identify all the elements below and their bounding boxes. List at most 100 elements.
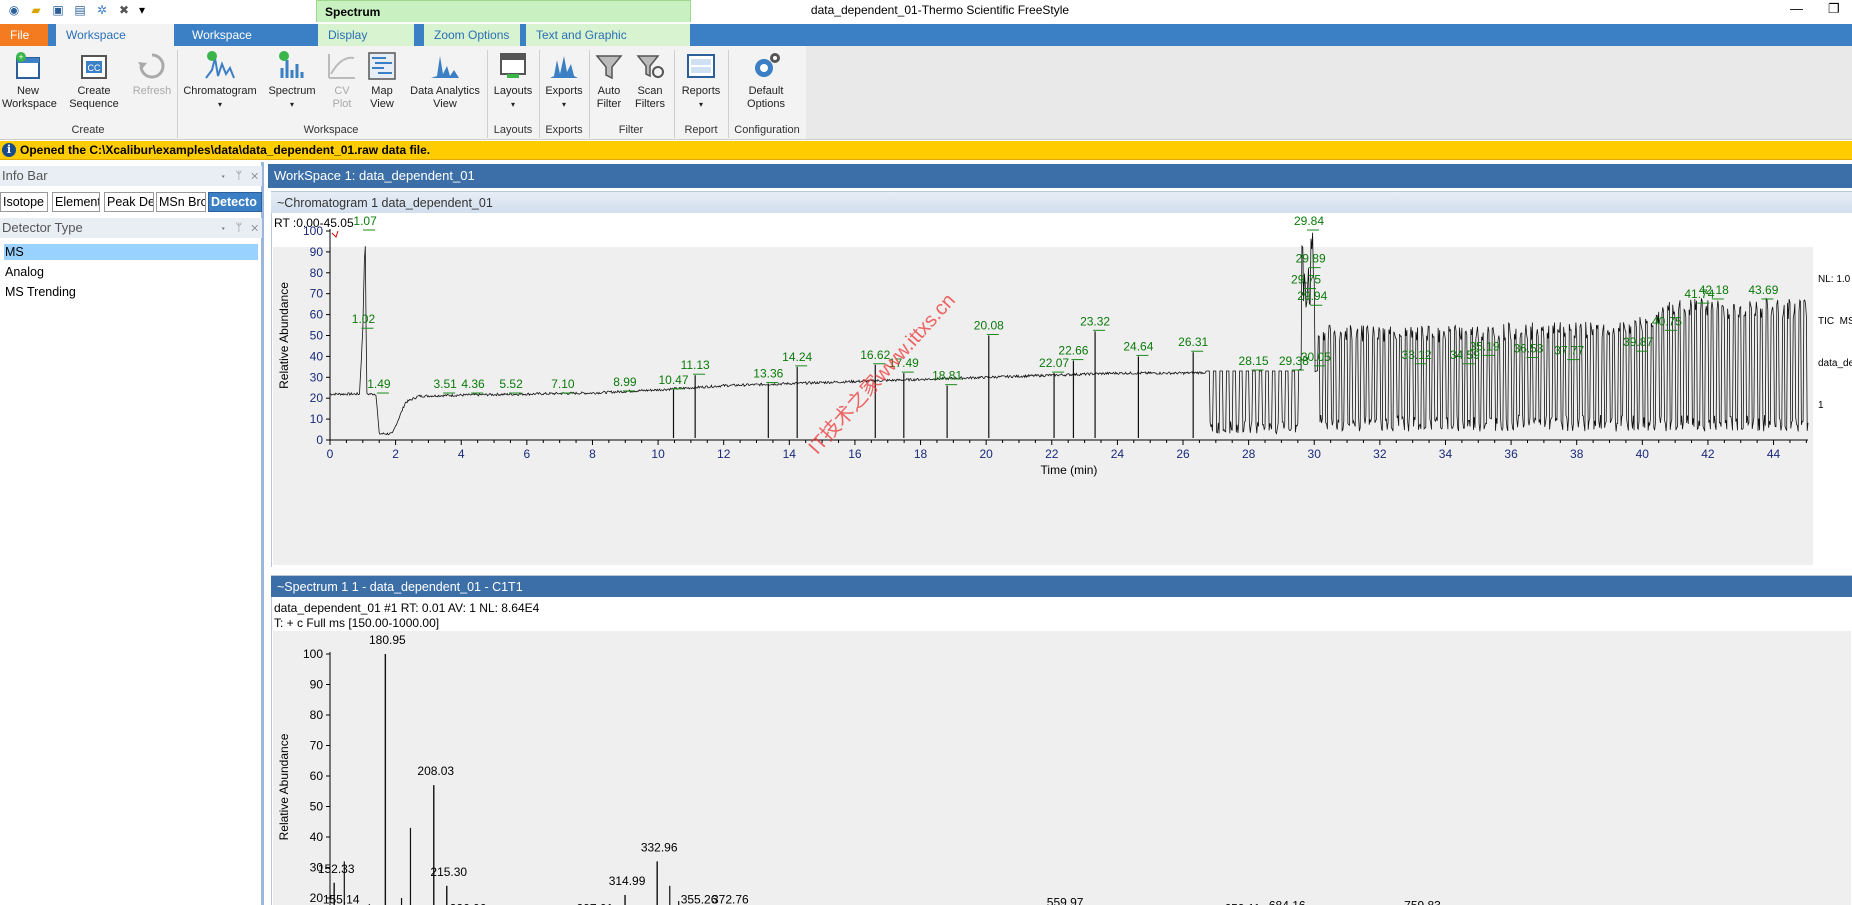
tab-msn-browser[interactable]: MSn Bro [156, 192, 206, 212]
spectrum-peak-label: 297.01 [577, 901, 614, 905]
close-icon[interactable]: ✕ [251, 222, 258, 234]
export-icon[interactable]: ▤ [72, 2, 88, 18]
detector-item-ms-trending[interactable]: MS Trending [4, 284, 258, 300]
peak-label: 1.49 [367, 377, 391, 391]
pane-dropdown-icon[interactable]: ▾ [220, 170, 227, 182]
tab-workspace-processing[interactable]: Workspace Processing [182, 24, 306, 64]
spectrum-dropdown-icon: ▾ [289, 100, 294, 109]
chromatogram-chart[interactable]: 01020304050607080901000 2 4 6 8 10 12 14 16 18 20 2… [272, 213, 1852, 567]
x-tick-label: 18 [914, 447, 928, 461]
tab-peak-detection[interactable]: Peak De [104, 192, 154, 212]
create-sequence-button[interactable]: CC Create Sequence [66, 50, 122, 111]
info-bar-header: Info Bar ▾ ᛘ ✕ [0, 166, 262, 186]
layouts-button[interactable]: Layouts ▾ [490, 50, 536, 111]
refresh-button[interactable]: Refresh [130, 50, 174, 98]
tab-zoom-options[interactable]: Zoom Options [424, 24, 520, 46]
tab-element[interactable]: Element [52, 192, 100, 212]
y-tick-label: 40 [310, 830, 324, 844]
peak-label: 35.19 [1469, 339, 1499, 353]
x-tick-label: 10 [651, 447, 665, 461]
spectrum-peak-label: 314.99 [609, 874, 646, 888]
y-tick-label: 30 [310, 370, 324, 384]
chromatogram-index-label: 1 [1818, 400, 1824, 411]
peak-label: 7.10 [551, 377, 575, 391]
pin-icon[interactable]: ᛘ [236, 170, 243, 182]
tab-text-and-graphic-annotation[interactable]: Text and Graphic Annotation [526, 24, 690, 64]
tools-icon[interactable]: ✖ [116, 2, 132, 18]
layouts-dropdown-icon: ▾ [510, 100, 515, 109]
peak-label: 29.84 [1294, 214, 1324, 228]
peak-label: 22.07 [1039, 356, 1069, 370]
tab-detector[interactable]: Detecto [208, 192, 262, 212]
peak-label: 1.07 [353, 214, 377, 228]
data-analytics-view-icon [431, 56, 459, 78]
scan-filters-button[interactable]: Scan Filters [630, 50, 670, 111]
data-analytics-view-button[interactable]: Data Analytics View [408, 50, 482, 111]
tab-file[interactable]: File [0, 24, 48, 46]
peak-label: 33.12 [1402, 348, 1432, 362]
report-group-label: Report [684, 124, 718, 136]
map-view-button[interactable]: Map View [362, 50, 402, 111]
reports-button[interactable]: Reports ▾ [678, 50, 724, 111]
minimize-button[interactable]: — [1790, 1, 1803, 16]
app-icon[interactable]: ◉ [6, 2, 22, 18]
spectrum-peak-label: 659.11 [1225, 901, 1261, 905]
spectrum-chart[interactable]: 2030405060708090100Relative Abundance152… [272, 597, 1852, 905]
peak-label: 37.77 [1554, 344, 1584, 358]
workspace-header[interactable]: WorkSpace 1: data_dependent_01 [268, 164, 1852, 188]
default-options-button[interactable]: Default Options [738, 50, 794, 111]
info-icon: i [2, 143, 16, 157]
y-tick-label: 100 [303, 224, 323, 238]
y-tick-label: 80 [310, 266, 324, 280]
options-icon[interactable]: ✲ [94, 2, 110, 18]
y-tick-label: 40 [310, 349, 324, 363]
reports-dropdown-icon: ▾ [698, 100, 703, 109]
spectrum-plot-background [273, 631, 1851, 905]
open-icon[interactable]: ▰ [28, 2, 44, 18]
spectrum-button[interactable]: Spectrum ▾ [264, 50, 320, 111]
close-icon[interactable]: ✕ [251, 170, 258, 182]
spectrum-peak-label: 759.83 [1404, 898, 1441, 905]
tab-isotope[interactable]: Isotope [0, 192, 48, 212]
x-tick-label: 24 [1111, 447, 1125, 461]
spectrum-pane-header[interactable]: ~Spectrum 1 1 - data_dependent_01 - C1T1 [271, 575, 1852, 597]
y-tick-label: 50 [310, 329, 324, 343]
x-tick-label: 34 [1439, 447, 1453, 461]
y-tick-label: 60 [310, 308, 324, 322]
filter-group-label: Filter [618, 124, 644, 136]
left-panel: Info Bar ▾ ᛘ ✕ Isotope Element Peak De M… [0, 162, 264, 905]
restore-button[interactable]: ❐ [1828, 1, 1840, 17]
spectrum-pane[interactable]: data_dependent_01 #1 RT: 0.01 AV: 1 NL: … [271, 597, 1852, 905]
spectrum-peak-label: 180.95 [369, 633, 406, 647]
exports-button[interactable]: Exports ▾ [542, 50, 586, 111]
chromatogram-button[interactable]: Chromatogram ▾ [182, 50, 258, 111]
peak-label: 23.32 [1080, 314, 1110, 328]
detector-item-ms[interactable]: MS [4, 244, 258, 260]
peak-label: 24.64 [1123, 339, 1153, 353]
map-view-label: Map View [370, 85, 394, 110]
x-tick-label: 36 [1504, 447, 1518, 461]
chromatogram-pane-header[interactable]: ~Chromatogram 1 data_dependent_01 [271, 191, 1852, 213]
y-axis-label: Relative Abundance [277, 282, 291, 389]
tab-workspace-options[interactable]: Workspace Options [56, 24, 174, 64]
chromatogram-tic-label: TIC MS [1818, 316, 1852, 327]
tab-display-options[interactable]: Display Options [318, 24, 414, 64]
cv-plot-button[interactable]: CV Plot [324, 50, 360, 111]
map-view-icon [368, 52, 396, 80]
context-tab-group-spectrum: Spectrum [316, 0, 691, 22]
pin-icon[interactable]: ᛘ [236, 222, 243, 234]
peak-label: 13.36 [753, 367, 783, 381]
peak-label: 1.02 [352, 312, 376, 326]
chromatogram-pane[interactable]: RT :0.00-45.05 0 10 20 30 40 50 60 70 80 90 100 0 2 4… [271, 213, 1852, 567]
peak-label: 29.75 [1291, 273, 1321, 287]
auto-filter-button[interactable]: Auto Filter [592, 50, 626, 111]
new-workspace-button[interactable]: + New Workspace [2, 50, 57, 111]
x-tick-label: 12 [717, 447, 731, 461]
pane-dropdown-icon[interactable]: ▾ [220, 222, 227, 234]
ribbon: + New Workspace CC Create Sequence Refre… [0, 46, 806, 140]
detector-item-analog[interactable]: Analog [4, 264, 258, 280]
peak-label: 29.94 [1297, 289, 1327, 303]
peak-label: 11.13 [681, 358, 710, 372]
save-icon[interactable]: ▣ [50, 2, 66, 18]
customize-dropdown-icon[interactable]: ▾ [138, 2, 146, 18]
